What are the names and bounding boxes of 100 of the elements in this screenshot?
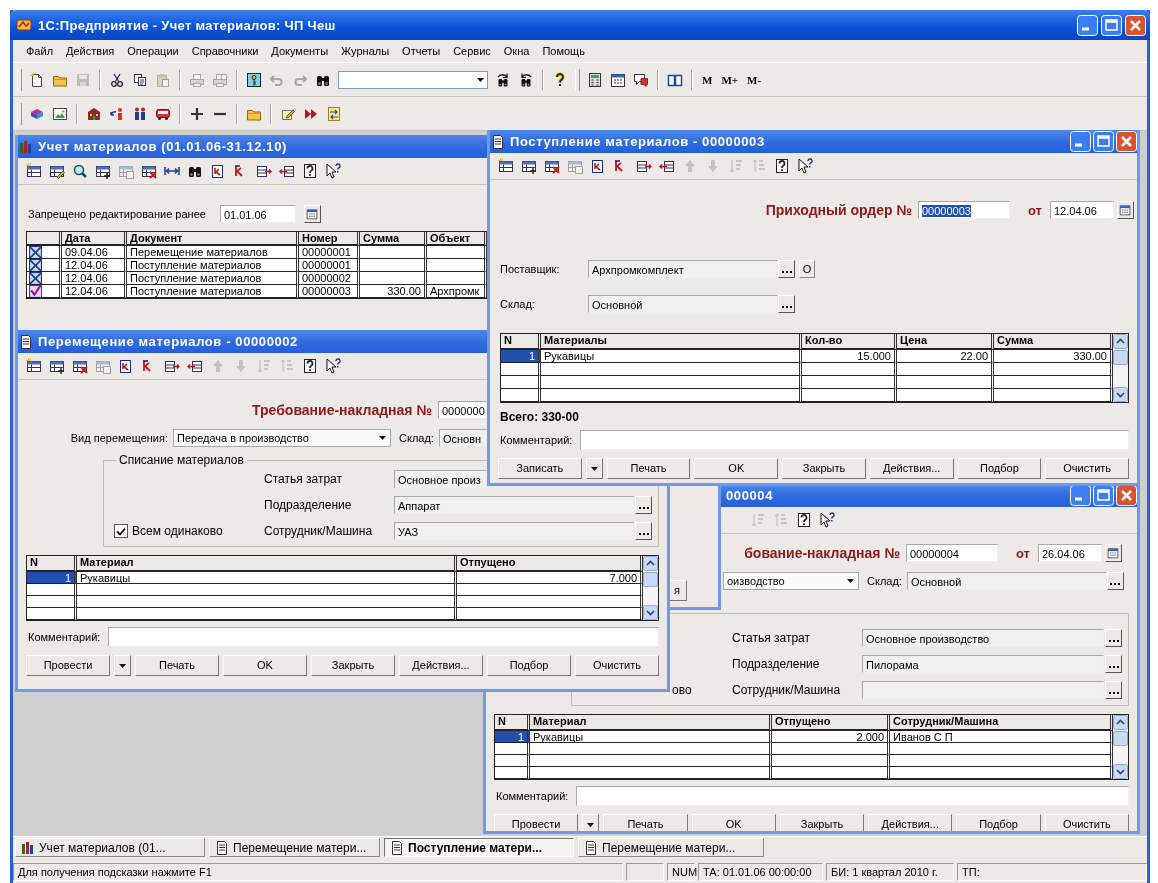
action-button[interactable]: Очистить [575,655,659,676]
comment-field[interactable] [576,786,1129,806]
action-button[interactable]: Действия... [868,814,953,831]
action-button[interactable]: Очистить [1045,458,1130,479]
action-button[interactable]: Записать [498,458,582,479]
column-header[interactable]: Номер [299,232,360,246]
calendar-icon[interactable] [610,71,626,88]
search-combobox[interactable] [338,70,488,89]
checkbox[interactable] [114,524,128,538]
help-icon[interactable] [796,512,812,528]
people-icon[interactable] [132,105,148,122]
dropdown-button[interactable] [114,655,131,676]
person-arrow-icon[interactable] [109,105,125,122]
table-arrow-icon[interactable] [659,158,675,174]
menu-item[interactable]: Справочники [184,45,265,57]
menu-item[interactable]: Действия [59,45,121,57]
scrollbar[interactable] [1113,715,1128,779]
cursor-help-icon[interactable] [325,163,341,179]
cursor-help-icon[interactable] [797,158,813,174]
text-field[interactable]: Основное произ [394,470,487,488]
action-button[interactable]: Закрыть [782,458,866,479]
column-header[interactable]: Отпущено [457,556,643,572]
column-header[interactable]: Материал [77,556,457,572]
column-header[interactable]: Объект [427,232,487,246]
action-button[interactable]: OK [691,814,776,831]
comment-field[interactable] [580,430,1129,450]
select-button[interactable] [635,522,652,540]
table-arrow-icon[interactable] [636,158,652,174]
text-field[interactable]: Основной [906,572,1107,590]
action-button[interactable]: Провести [494,814,579,831]
calendar-button[interactable] [1105,544,1122,562]
memory-button[interactable]: M- [746,73,763,86]
column-header[interactable]: Сумма [360,232,427,246]
window-tab[interactable]: Перемещение матери... [209,838,380,857]
calculator-icon[interactable] [587,71,603,88]
action-button[interactable]: Печать [135,655,219,676]
action-button[interactable]: Действия... [869,458,954,479]
table-pencil-icon[interactable] [49,163,65,179]
select-button[interactable] [778,260,795,278]
window-tab[interactable]: Учет материалов (01... [15,838,205,857]
date-field[interactable]: 01.01.06 [219,205,296,223]
help-icon[interactable] [302,358,318,374]
row-number-cell[interactable]: 1 [27,572,77,584]
cursor-help-icon[interactable] [325,358,341,374]
select-button[interactable] [635,496,652,514]
minimize-button[interactable] [1077,14,1098,36]
text-field[interactable]: Архпромкомплект [588,260,778,278]
table-plus-icon[interactable] [49,358,65,374]
calendar-button[interactable] [1117,201,1134,219]
close-button[interactable] [1116,485,1137,506]
question-mark-icon[interactable] [552,71,568,88]
copy-icon[interactable] [132,71,148,88]
column-header[interactable]: Материалы [541,334,802,350]
table-arrow-icon[interactable] [187,358,203,374]
menu-item[interactable]: Файл [19,45,60,57]
action-button[interactable]: Закрыть [779,814,865,831]
maximize-button[interactable] [1093,485,1114,506]
table-arrow-icon[interactable] [279,163,295,179]
column-header[interactable]: Документ [127,232,299,246]
binoculars-arrow-icon[interactable] [495,71,511,88]
scroll-down-button[interactable] [1113,387,1128,402]
number-field[interactable]: 00000004 [906,544,998,562]
select-button[interactable] [1105,681,1122,699]
table-cross-icon[interactable] [544,158,560,174]
maximize-button[interactable] [1093,131,1114,152]
table-cross-icon[interactable] [141,163,157,179]
close-button[interactable] [1125,14,1146,36]
menu-item[interactable]: Помощь [535,45,591,57]
cursor-help-icon[interactable] [819,512,835,528]
action-button[interactable]: Очистить [1044,814,1129,831]
scroll-up-button[interactable] [643,556,658,571]
speech-bubble-icon[interactable] [633,71,649,88]
number-field[interactable]: 00000003 [918,201,1010,219]
text-field[interactable]: Пилорама [862,655,1104,673]
scroll-thumb[interactable] [643,572,658,587]
table-cross-icon[interactable] [72,358,88,374]
menu-item[interactable]: Документы [264,45,335,57]
comment-field[interactable] [108,627,659,647]
action-button[interactable]: Закрыть [311,655,395,676]
window-tab[interactable]: Перемещение матери... [578,838,764,857]
text-field[interactable] [862,681,1104,699]
column-header[interactable]: Сумма [994,334,1113,350]
row-number-cell[interactable]: 1 [501,350,541,363]
plus-icon[interactable] [189,105,205,122]
maximize-button[interactable] [1101,14,1122,36]
magnifier-icon[interactable] [72,163,88,179]
text-field[interactable]: Основн [438,429,488,447]
scroll-up-button[interactable] [1113,334,1128,349]
dropdown-button[interactable] [585,458,603,479]
scroll-thumb[interactable] [1113,731,1128,746]
picture-icon[interactable] [52,105,68,122]
scroll-down-button[interactable] [1113,764,1128,779]
column-header[interactable]: Дата [62,232,127,246]
action-button[interactable]: Печать [603,814,688,831]
memory-button[interactable]: M [701,73,714,86]
close-button[interactable] [1116,131,1137,152]
column-header[interactable]: Сотрудник/Машина [890,715,1113,731]
option-button[interactable]: О [799,260,815,278]
minimize-button[interactable] [1070,485,1091,506]
binoculars-arrow-icon[interactable] [518,71,534,88]
